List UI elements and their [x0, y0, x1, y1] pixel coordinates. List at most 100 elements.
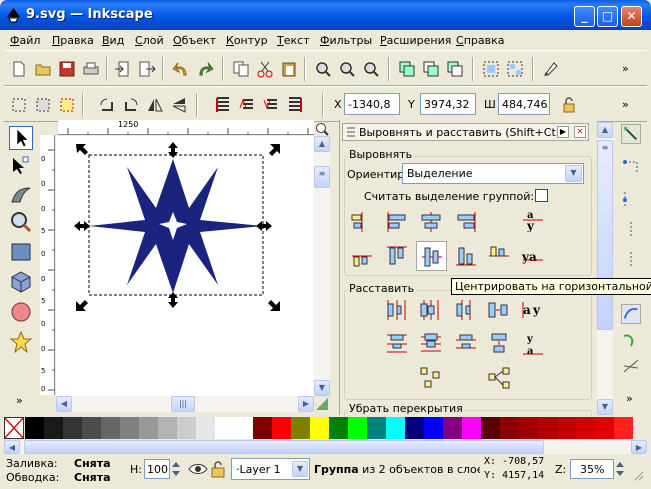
- dock-scrollbar[interactable]: ▲ ≡ ▼: [597, 122, 613, 415]
- handle-left[interactable]: [74, 221, 90, 231]
- align-right-to-left-icon[interactable]: [350, 210, 374, 234]
- zoom-spinner-icon[interactable]: [614, 459, 626, 479]
- raise-to-top-icon[interactable]: [214, 96, 232, 114]
- align-center-vertical-icon[interactable]: [419, 210, 443, 234]
- color-swatch[interactable]: [139, 417, 158, 439]
- save-icon[interactable]: [58, 60, 76, 78]
- toolbar2-overflow-icon[interactable]: »: [622, 98, 629, 111]
- undo-icon[interactable]: [172, 60, 190, 78]
- color-swatch[interactable]: [329, 417, 348, 439]
- zoom-corner-icon[interactable]: [314, 121, 330, 137]
- scroll-left-button[interactable]: ◀: [56, 396, 72, 412]
- dock-grip-icon[interactable]: [345, 126, 357, 138]
- menu-path[interactable]: Контур: [226, 34, 268, 47]
- import-icon[interactable]: [114, 60, 132, 78]
- menu-object[interactable]: Объект: [173, 34, 216, 47]
- deselect-icon[interactable]: [58, 96, 76, 114]
- toolbar-overflow-icon[interactable]: »: [622, 62, 629, 75]
- distribute-gaps-vertical-icon[interactable]: [487, 332, 511, 356]
- menu-edit[interactable]: Правка: [52, 34, 94, 47]
- unclump-icon[interactable]: [487, 366, 511, 390]
- handle-top-left[interactable]: [76, 144, 88, 155]
- color-swatch[interactable]: [196, 417, 215, 439]
- dock-close-button[interactable]: ✕: [574, 126, 586, 138]
- snap-bbox-corner-icon[interactable]: [621, 220, 641, 240]
- redo-icon[interactable]: [196, 60, 214, 78]
- no-paint-swatch[interactable]: [4, 417, 24, 439]
- star-tool-icon[interactable]: [9, 330, 33, 354]
- lower-to-bottom-icon[interactable]: [286, 96, 304, 114]
- x-input[interactable]: -1340,8: [344, 93, 400, 115]
- color-manage-icon[interactable]: [314, 396, 330, 412]
- handle-bottom-left[interactable]: [76, 300, 88, 311]
- scroll-right-button[interactable]: ▶: [298, 396, 314, 412]
- align-text-baseline-horizontal-icon[interactable]: ya: [521, 244, 545, 268]
- menu-extensions[interactable]: Расширения: [380, 34, 451, 47]
- print-icon[interactable]: [82, 60, 100, 78]
- color-swatch[interactable]: [82, 417, 101, 439]
- snap-nodes-icon[interactable]: [621, 304, 641, 324]
- snap-enable-icon[interactable]: [621, 124, 641, 144]
- snap-intersections-icon[interactable]: [621, 356, 641, 376]
- menu-text[interactable]: Текст: [277, 34, 310, 47]
- handle-top[interactable]: [168, 142, 178, 158]
- align-center-horizontal-button[interactable]: [416, 241, 447, 271]
- scroll-up-button[interactable]: ▲: [314, 136, 330, 152]
- color-swatch[interactable]: [500, 417, 519, 439]
- distribute-bottom-edges-icon[interactable]: [454, 332, 478, 356]
- rotate-cw-icon[interactable]: [122, 96, 140, 114]
- zoom-tool-icon[interactable]: [9, 210, 33, 234]
- randomize-positions-icon[interactable]: [419, 366, 443, 390]
- menu-filters[interactable]: Фильтры: [320, 34, 372, 47]
- zoom-selection-icon[interactable]: [314, 60, 332, 78]
- menu-layer[interactable]: Слой: [135, 34, 164, 47]
- paste-icon[interactable]: [280, 60, 298, 78]
- color-swatch[interactable]: [234, 417, 253, 439]
- dock-scroll-thumb[interactable]: ≡: [597, 140, 613, 330]
- duplicate-icon[interactable]: [398, 60, 416, 78]
- handle-right[interactable]: [256, 221, 272, 231]
- cut-icon[interactable]: [256, 60, 274, 78]
- handle-bottom-right[interactable]: [268, 300, 280, 311]
- color-swatch[interactable]: [120, 417, 139, 439]
- treat-as-group-checkbox[interactable]: [535, 189, 548, 202]
- menu-file[interactable]: Файл: [10, 34, 40, 47]
- 3d-box-tool-icon[interactable]: [9, 270, 33, 294]
- layer-select[interactable]: ·Layer 1 ▼: [231, 458, 310, 480]
- align-text-baseline-icon[interactable]: ay: [521, 208, 545, 232]
- lock-icon[interactable]: [560, 96, 578, 114]
- color-swatch[interactable]: [177, 417, 196, 439]
- select-all-icon[interactable]: [10, 96, 28, 114]
- palette-scrollbar[interactable]: ◀ ▶: [4, 440, 647, 454]
- select-all-layers-icon[interactable]: [34, 96, 52, 114]
- color-swatch[interactable]: [291, 417, 310, 439]
- color-swatch[interactable]: [44, 417, 63, 439]
- copy-icon[interactable]: [232, 60, 250, 78]
- relative-to-select[interactable]: Выделение ▼: [402, 163, 584, 184]
- handle-top-right[interactable]: [269, 144, 280, 156]
- close-button[interactable]: ✕: [621, 6, 642, 27]
- color-swatch[interactable]: [310, 417, 329, 439]
- open-folder-icon[interactable]: [34, 60, 52, 78]
- color-swatch[interactable]: [367, 417, 386, 439]
- rotate-ccw-icon[interactable]: [98, 96, 116, 114]
- fill-stroke-icon[interactable]: [542, 60, 560, 78]
- new-document-icon[interactable]: [10, 60, 28, 78]
- flip-horizontal-icon[interactable]: [146, 96, 164, 114]
- color-swatch[interactable]: [101, 417, 120, 439]
- width-input[interactable]: 484,746: [498, 93, 550, 115]
- stroke-value[interactable]: Снята: [74, 471, 111, 484]
- minimize-button[interactable]: _: [574, 6, 595, 27]
- maximize-button[interactable]: □: [597, 6, 618, 27]
- y-input[interactable]: 3974,32: [420, 93, 476, 115]
- canvas-vertical-scrollbar[interactable]: ▲ ≡ ▼: [314, 136, 330, 396]
- unlink-clone-icon[interactable]: [446, 60, 464, 78]
- color-swatch[interactable]: [557, 417, 576, 439]
- color-swatch[interactable]: [348, 417, 367, 439]
- color-swatch[interactable]: [443, 417, 462, 439]
- opacity-spinner-icon[interactable]: [170, 459, 182, 479]
- ellipse-tool-icon[interactable]: [9, 300, 33, 324]
- color-swatch[interactable]: [253, 417, 272, 439]
- align-bottom-icon[interactable]: [454, 244, 478, 268]
- palette-scroll-thumb[interactable]: [24, 440, 544, 454]
